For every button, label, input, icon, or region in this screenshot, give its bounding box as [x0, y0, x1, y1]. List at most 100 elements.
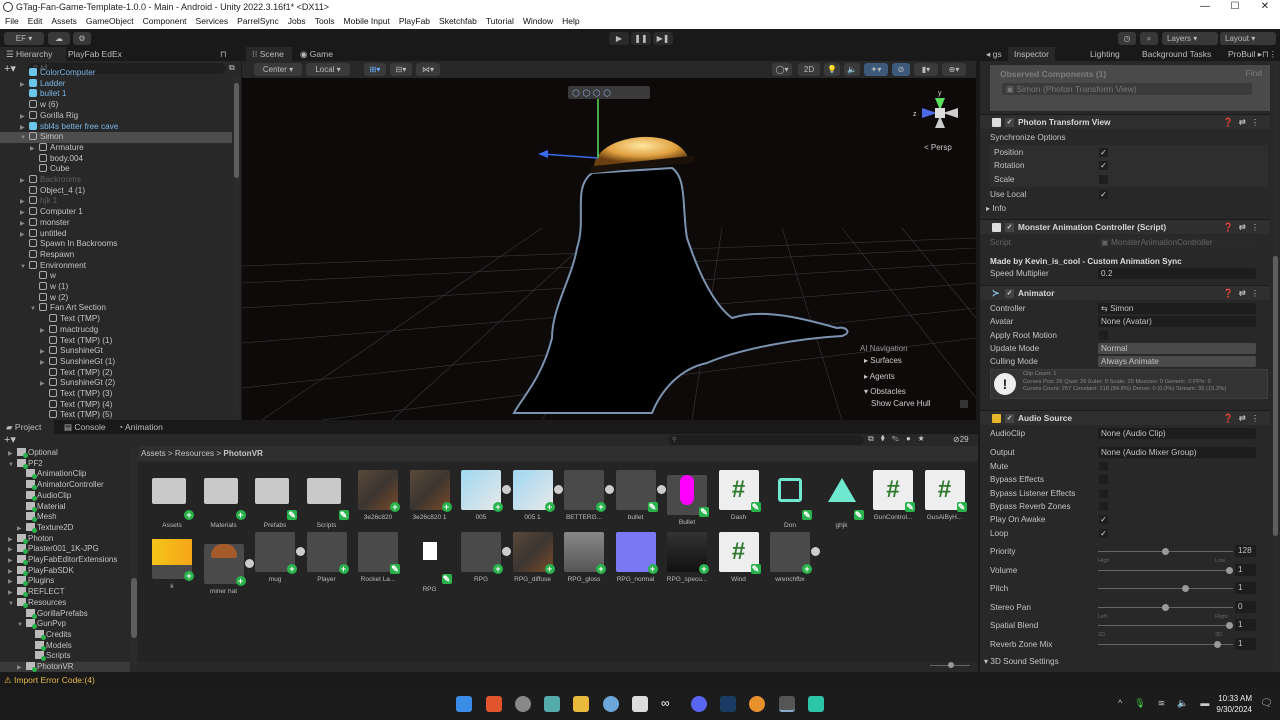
- folder-tree-item[interactable]: Mesh: [0, 512, 130, 523]
- hierarchy-item[interactable]: ▶ hjk 1: [0, 196, 232, 207]
- tab-gs[interactable]: ◂ gs: [980, 47, 1008, 61]
- history-icon[interactable]: ◷: [1118, 32, 1136, 45]
- menu-edit[interactable]: Edit: [28, 14, 43, 29]
- folder-tree-item[interactable]: ▶ PlayFabEditorExtensions: [0, 555, 130, 566]
- tab-lighting[interactable]: Lighting: [1084, 47, 1126, 61]
- hierarchy-item[interactable]: Text (TMP): [0, 314, 232, 325]
- slider-value-input[interactable]: 1: [1235, 563, 1256, 576]
- unity-editor-icon[interactable]: [779, 696, 795, 712]
- asset-item[interactable]: # ✎ GusAiByH...: [920, 470, 970, 521]
- hierarchy-item[interactable]: ▶ Armature: [0, 142, 232, 154]
- tab-console[interactable]: ▤ Console: [58, 420, 112, 434]
- hierarchy-item[interactable]: Cube: [0, 164, 232, 175]
- audio-source-header[interactable]: ✓ Audio Source ❓⇄⋮: [980, 410, 1270, 425]
- step-button[interactable]: ▶❚: [653, 32, 673, 45]
- unity-hub-icon[interactable]: [515, 696, 531, 712]
- folder-tree-item[interactable]: ▶ PhotonVR: [0, 662, 130, 672]
- project-search-input[interactable]: ⚲: [668, 435, 864, 445]
- layers-dropdown[interactable]: Layers ▾: [1162, 32, 1218, 45]
- asset-item[interactable]: ✎ Bullet: [662, 470, 712, 526]
- asset-item[interactable]: + k: [147, 532, 197, 590]
- tab-scene[interactable]: ⁝⁝ Scene: [246, 47, 292, 61]
- find-button[interactable]: Find: [1245, 68, 1262, 78]
- toggle-checkbox[interactable]: ✓: [1099, 515, 1108, 525]
- folder-tree-item[interactable]: Scripts: [0, 651, 130, 662]
- slider-knob[interactable]: [1226, 622, 1233, 630]
- menu-mobile-input[interactable]: Mobile Input: [344, 14, 390, 29]
- component-tools-icons[interactable]: ❓⇄⋮: [1223, 220, 1264, 235]
- maximize-button[interactable]: ☐: [1220, 0, 1250, 14]
- component-enabled-checkbox[interactable]: ✓: [1005, 223, 1014, 232]
- hierarchy-item[interactable]: Text (TMP) (1): [0, 335, 232, 347]
- folder-tree-item[interactable]: ▶ Texture2D: [0, 522, 130, 534]
- use-local-checkbox[interactable]: ✓: [1099, 190, 1108, 199]
- 3d-sound-settings-foldout[interactable]: ▾ 3D Sound Settings: [984, 655, 1268, 668]
- asset-item[interactable]: + Assets: [147, 470, 197, 529]
- tab-backgroundtasks[interactable]: Background Tasks: [1136, 47, 1217, 61]
- hierarchy-item[interactable]: Text (TMP) (5): [0, 410, 232, 420]
- menu-help[interactable]: Help: [562, 14, 579, 29]
- hidden-objects-icon[interactable]: ⊘: [892, 63, 910, 76]
- toggle-checkbox[interactable]: [1099, 462, 1108, 471]
- lighting-toggle-icon[interactable]: 💡: [824, 63, 840, 76]
- asset-item[interactable]: ✎ Scripts: [302, 470, 352, 529]
- folder-tree-item[interactable]: ▶ Optional: [0, 448, 130, 459]
- asset-item[interactable]: # ✎ Wind: [714, 532, 764, 583]
- slider-track[interactable]: [1098, 585, 1233, 593]
- component-tools-icons[interactable]: ❓⇄⋮: [1223, 115, 1264, 130]
- settings-app-icon[interactable]: [603, 696, 619, 712]
- hierarchy-item[interactable]: ▼ Simon: [0, 132, 232, 143]
- start-icon[interactable]: [456, 696, 472, 712]
- play-button[interactable]: ▶: [609, 32, 629, 45]
- breadcrumb-assets[interactable]: Assets: [141, 449, 166, 458]
- slider-knob[interactable]: [1162, 548, 1169, 555]
- slider-value-input[interactable]: 0: [1235, 600, 1256, 613]
- close-button[interactable]: ✕: [1250, 0, 1280, 14]
- folder-tree-item[interactable]: ▶ Plaster001_1K-JPG: [0, 544, 130, 555]
- asset-item[interactable]: + RPG_diffuse: [508, 532, 558, 583]
- grid-visibility-icon[interactable]: ⊟▾: [390, 63, 412, 76]
- folder-tree-item[interactable]: ▼ GunPvp: [0, 619, 130, 630]
- asset-item[interactable]: # ✎ Dash: [714, 470, 764, 521]
- effects-toggle-icon[interactable]: ✦▾: [864, 63, 888, 76]
- component-enabled-checkbox[interactable]: ✓: [1005, 414, 1014, 423]
- menu-file[interactable]: File: [5, 14, 19, 29]
- asset-item[interactable]: +3e26c820: [353, 470, 403, 521]
- slider-knob[interactable]: [1182, 585, 1190, 593]
- folder-tree-item[interactable]: ▼ PF2: [0, 458, 130, 470]
- project-tree-scrollbar[interactable]: [131, 448, 137, 670]
- inspector-lock-icon[interactable]: ⊓⋮: [1256, 47, 1280, 61]
- slider-value-input[interactable]: 1: [1235, 619, 1256, 632]
- meta-icon[interactable]: ∞: [661, 696, 677, 712]
- account-button[interactable]: EF ▾: [4, 32, 44, 45]
- hierarchy-item[interactable]: ▶ sbl4s better free cave: [0, 121, 232, 133]
- hierarchy-item[interactable]: ▶ Computer 1: [0, 207, 232, 218]
- folder-tree-item[interactable]: ▶ Plugins: [0, 576, 130, 587]
- hierarchy-item[interactable]: ▶ Backrooms: [0, 175, 232, 186]
- notifications-icon[interactable]: 🗨: [1260, 698, 1273, 709]
- asset-item[interactable]: + wrenchfbx: [765, 532, 820, 583]
- mode-dropdown[interactable]: Always Animate: [1098, 356, 1256, 368]
- project-filter-icons[interactable]: ⧉⧫✎●★: [868, 434, 931, 444]
- object-field[interactable]: ⇆ Simon: [1098, 303, 1256, 314]
- sync-checkbox[interactable]: ✓: [1099, 148, 1108, 157]
- sync-checkbox[interactable]: ✓: [1099, 161, 1108, 171]
- hierarchy-item[interactable]: Respawn: [0, 249, 232, 261]
- tab-inspector[interactable]: Inspector: [1008, 47, 1055, 61]
- camera-settings-icon[interactable]: ▮▾: [914, 63, 938, 76]
- asset-item[interactable]: + miner hat: [199, 532, 254, 595]
- selected-character-silhouette[interactable]: [512, 166, 849, 414]
- folder-tree-item[interactable]: Models: [0, 640, 130, 652]
- photon-transform-view-header[interactable]: ✓ Photon Transform View ❓⇄⋮: [980, 114, 1270, 129]
- asset-item[interactable]: + RPG_specu...: [662, 532, 712, 583]
- hierarchy-item[interactable]: w (1): [0, 282, 232, 293]
- audio-toggle-icon[interactable]: 🔈: [844, 63, 860, 76]
- menu-parrelsync[interactable]: ParrelSync: [237, 14, 279, 29]
- tab-project[interactable]: ▰ Project: [0, 420, 54, 434]
- asset-item[interactable]: + RPG_gloss: [559, 532, 609, 583]
- hierarchy-item[interactable]: Object_4 (1): [0, 185, 232, 197]
- create-asset-button[interactable]: +▾: [4, 433, 16, 446]
- output-field[interactable]: None (Audio Mixer Group): [1098, 447, 1256, 458]
- hierarchy-item[interactable]: ▶ mactrucdg: [0, 324, 232, 336]
- store-icon[interactable]: [544, 696, 560, 712]
